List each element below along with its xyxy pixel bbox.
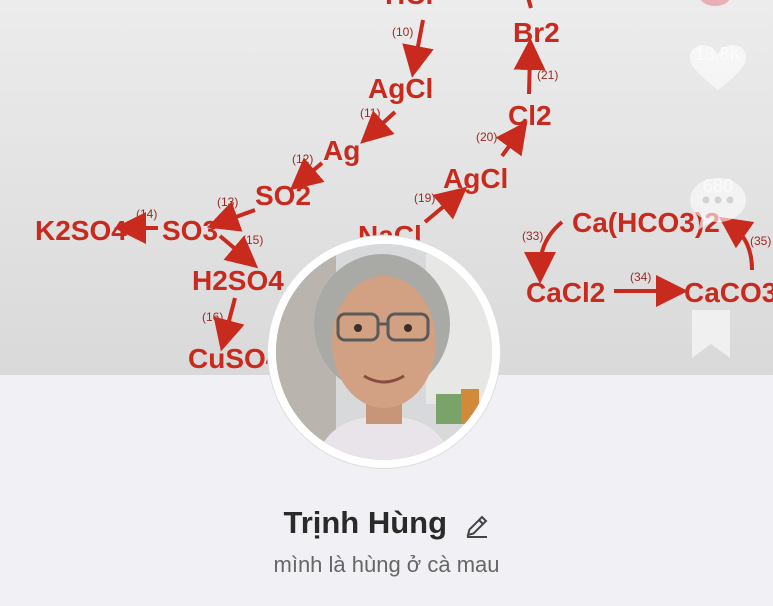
avatar[interactable] [268, 236, 500, 468]
step-35: (35) [750, 234, 771, 248]
comment-button[interactable]: 680 [688, 176, 748, 230]
arrow-35 [718, 216, 755, 271]
step-10: (10) [392, 25, 413, 39]
formula-agcl-2: AgCl [443, 163, 508, 194]
arrow-13 [206, 201, 256, 232]
avatar-photo [276, 244, 492, 460]
step-33: (33) [522, 229, 543, 243]
heart-icon [690, 45, 746, 90]
like-button[interactable]: 13.8K [688, 44, 748, 90]
formula-cacl2: CaCl2 [526, 277, 605, 308]
bookmark-icon [692, 310, 730, 358]
formula-hcl: HCl [385, 0, 433, 10]
formula-k2so4: K2SO4 [35, 215, 127, 246]
step-19: (19) [414, 191, 435, 205]
step-34: (34) [630, 270, 651, 284]
step-21: (21) [537, 68, 558, 82]
comment-icon [690, 178, 746, 230]
formula-caco3: CaCO3 [684, 277, 773, 308]
profile-bio: mình là hùng ở cà mau [273, 552, 500, 577]
arrow-10 [402, 19, 434, 78]
profile-name-row: Trịnh Hùng [0, 505, 773, 544]
formula-br2: Br2 [513, 17, 560, 48]
step-13: (13) [217, 195, 238, 209]
step-14: (14) [136, 207, 157, 221]
profile-name: Trịnh Hùng [283, 505, 448, 540]
step-15: (15) [242, 233, 263, 247]
arrow-20 [495, 121, 528, 158]
formula-ag: Ag [323, 135, 360, 166]
step-11: (11) [360, 106, 380, 120]
step-20: (20) [476, 130, 497, 144]
formula-agcl: AgCl [368, 73, 433, 104]
formula-so3: SO3 [162, 215, 218, 246]
arrow-top [526, 0, 533, 9]
formula-so2: SO2 [255, 180, 311, 211]
step-16: (16) [202, 310, 223, 324]
formula-h2so4: H2SO4 [192, 265, 284, 296]
edit-name-icon[interactable] [464, 513, 490, 544]
formula-cl2: Cl2 [508, 100, 552, 131]
arrow-16 [213, 297, 245, 352]
arrow-21 [513, 38, 546, 95]
step-12: (12) [292, 152, 313, 166]
